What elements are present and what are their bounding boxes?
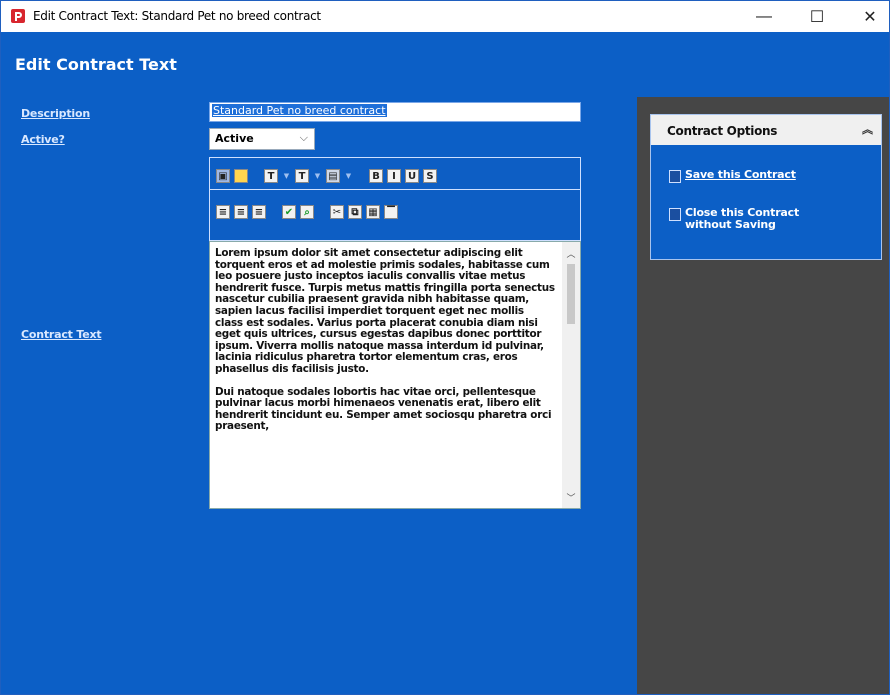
align-center-icon[interactable]: ≡ (234, 205, 248, 219)
title-bar[interactable]: Edit Contract Text: Standard Pet no bree… (1, 1, 889, 32)
app-window: Edit Contract Text: Standard Pet no bree… (0, 0, 890, 695)
editor-content[interactable]: Lorem ipsum dolor sit amet consectetur a… (215, 247, 555, 444)
editor-paragraph: Dui natoque sodales lobortis hac vitae o… (215, 385, 552, 433)
scroll-down-icon[interactable]: ﹀ (562, 490, 580, 504)
close-doc-icon (669, 208, 681, 221)
strikethrough-icon[interactable]: S (423, 169, 437, 183)
close-without-saving-label: Close this Contract without Saving (685, 206, 800, 231)
paste-icon[interactable]: ▦ (366, 205, 380, 219)
collapse-up-icon[interactable]: ︽ (862, 121, 873, 137)
toolbar-divider (210, 189, 580, 190)
description-label[interactable]: Description (21, 107, 90, 120)
toolbar-row-1: ▣ T ▼ T ▼ ▤ ▼ B I U S (216, 166, 437, 186)
page-title: Edit Contract Text (15, 55, 177, 74)
align-left-icon[interactable]: ≡ (216, 205, 230, 219)
active-value: Active (215, 132, 254, 145)
find-icon[interactable]: ⌕ (300, 205, 314, 219)
close-window-button[interactable]: ✕ (847, 1, 890, 32)
chevron-down-icon[interactable]: ▼ (313, 169, 322, 183)
active-label[interactable]: Active? (21, 133, 65, 146)
editor-scrollbar[interactable]: ︿ ﹀ (562, 242, 580, 508)
underline-icon[interactable]: U (405, 169, 419, 183)
italic-icon[interactable]: I (387, 169, 401, 183)
scroll-up-icon[interactable]: ︿ (562, 246, 580, 260)
toolbar-row-2: ≡ ≡ ≡ ✔ ⌕ ✂ ⧉ ▦ ▔ (216, 202, 398, 222)
contract-text-editor[interactable]: Lorem ipsum dolor sit amet consectetur a… (209, 241, 581, 509)
description-value: Standard Pet no breed contract (212, 104, 387, 117)
save-icon (669, 170, 681, 183)
active-dropdown[interactable]: Active ⌵ (209, 128, 315, 150)
options-title: Contract Options (667, 124, 778, 138)
cut-icon[interactable]: ✂ (330, 205, 344, 219)
scroll-thumb[interactable] (567, 264, 575, 324)
contract-options-panel: Contract Options ︽ Save this Contract Cl… (650, 114, 882, 260)
format-icon[interactable]: ▔ (384, 205, 398, 219)
color-icon[interactable]: ▤ (326, 169, 340, 183)
copy-icon[interactable]: ⧉ (348, 205, 362, 219)
save-contract-button[interactable]: Save this Contract (669, 169, 796, 183)
spellcheck-icon[interactable]: ✔ (282, 205, 296, 219)
contract-text-label[interactable]: Contract Text (21, 328, 102, 341)
align-right-icon[interactable]: ≡ (252, 205, 266, 219)
maximize-button[interactable]: ☐ (794, 1, 840, 32)
chevron-down-icon: ⌵ (299, 131, 308, 144)
bold-icon[interactable]: B (369, 169, 383, 183)
minimize-button[interactable]: — (741, 1, 787, 32)
save-contract-label: Save this Contract (685, 168, 796, 181)
editor-toolbar: ▣ T ▼ T ▼ ▤ ▼ B I U S ≡ ≡ ≡ ✔ ⌕ ✂ ⧉ ▦ ▔ (209, 157, 581, 241)
options-header[interactable]: Contract Options ︽ (651, 115, 881, 145)
chevron-down-icon[interactable]: ▼ (344, 169, 353, 183)
image-icon[interactable]: ▣ (216, 169, 230, 183)
window-title: Edit Contract Text: Standard Pet no bree… (33, 9, 321, 23)
description-field[interactable]: Standard Pet no breed contract (209, 102, 581, 122)
font-size-icon[interactable]: T (295, 169, 309, 183)
close-without-saving-button[interactable]: Close this Contract without Saving (669, 207, 825, 231)
font-icon[interactable]: T (264, 169, 278, 183)
note-icon[interactable] (234, 169, 248, 183)
chevron-down-icon[interactable]: ▼ (282, 169, 291, 183)
editor-paragraph: Lorem ipsum dolor sit amet consectetur a… (215, 247, 555, 375)
app-logo-icon (11, 9, 25, 23)
